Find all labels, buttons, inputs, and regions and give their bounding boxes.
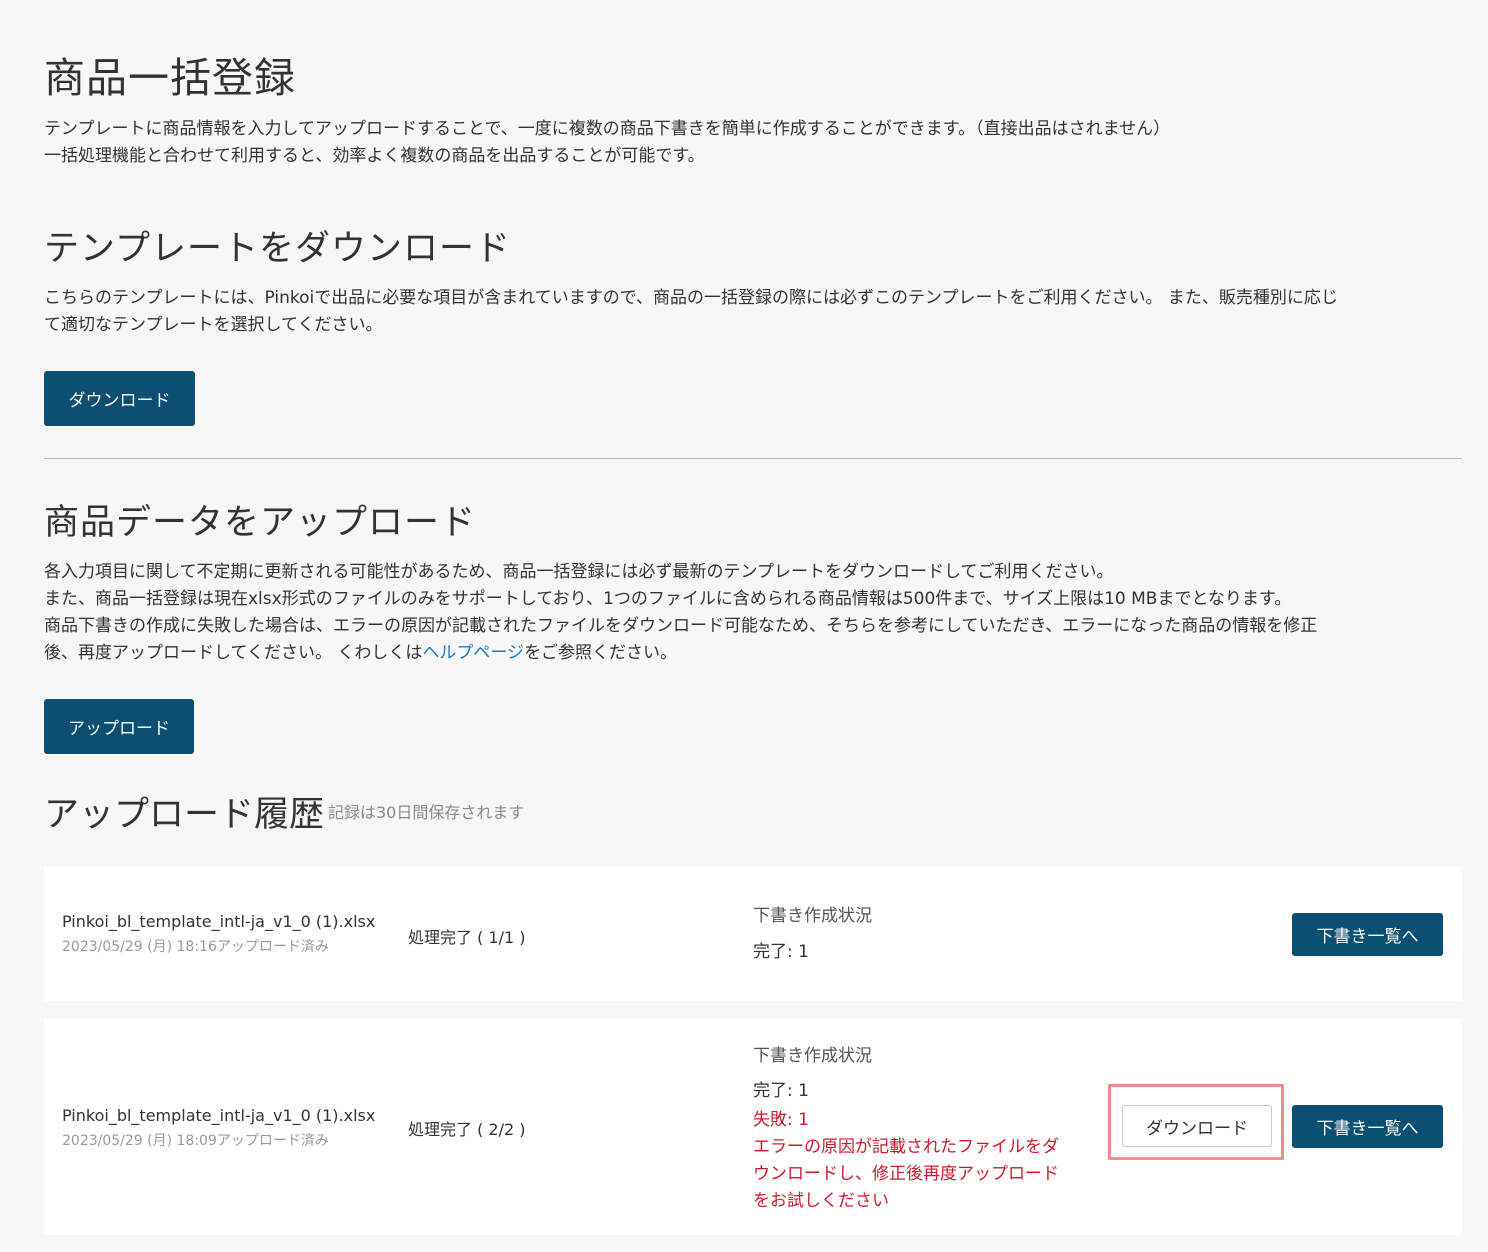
upload-desc-line-4-post: をご参照ください。 bbox=[524, 643, 678, 663]
file-name: Pinkoi_bl_template_intl-ja_v1_0 (1).xlsx bbox=[62, 912, 376, 931]
draft-complete-count: 完了: 1 bbox=[753, 942, 809, 962]
draft-failure-info: 失敗: 1 エラーの原因が記載されたファイルをダ ウンロードし、修正後再度アップ… bbox=[753, 1107, 1093, 1215]
upload-button[interactable]: アップロード bbox=[44, 699, 194, 754]
drafts-list-button[interactable]: 下書き一覧へ bbox=[1292, 1105, 1443, 1148]
upload-section-heading: 商品データをアップロード bbox=[44, 503, 477, 543]
upload-timestamp: 2023/05/29 (月) 18:09アップロード済み bbox=[62, 1133, 329, 1149]
history-row: Pinkoi_bl_template_intl-ja_v1_0 (1).xlsx… bbox=[44, 1019, 1462, 1235]
template-desc-line-2: て適切なテンプレートを選択してください。 bbox=[44, 315, 383, 335]
history-retention-note: 記録は30日間保存されます bbox=[328, 803, 525, 822]
intro-line-1: テンプレートに商品情報を入力してアップロードすることで、一度に複数の商品下書きを… bbox=[44, 119, 1171, 139]
page-title: 商品一括登録 bbox=[44, 54, 296, 102]
template-download-button[interactable]: ダウンロード bbox=[44, 371, 195, 426]
process-status: 処理完了 ( 2/2 ) bbox=[408, 1120, 526, 1139]
help-page-link[interactable]: ヘルプページ bbox=[422, 643, 524, 663]
history-heading: アップロード履歴 bbox=[44, 795, 325, 835]
intro-line-2: 一括処理機能と合わせて利用すると、効率よく複数の商品を出品することが可能です。 bbox=[44, 146, 705, 166]
draft-failed-count: 失敗: 1 bbox=[753, 1110, 809, 1130]
upload-desc-line-3: 商品下書きの作成に失敗した場合は、エラーの原因が記載されたファイルをダウンロード… bbox=[44, 616, 1318, 636]
upload-timestamp: 2023/05/29 (月) 18:16アップロード済み bbox=[62, 939, 329, 955]
upload-desc-line-2: また、商品一括登録は現在xlsx形式のファイルのみをサポートしており、1つのファ… bbox=[44, 589, 1292, 609]
template-desc-line-1: こちらのテンプレートには、Pinkoiで出品に必要な項目が含まれていますので、商… bbox=[44, 288, 1338, 308]
draft-complete-count: 完了: 1 bbox=[753, 1081, 809, 1101]
upload-desc-line-4: 後、再度アップロードしてください。 くわしくはヘルプページをご参照ください。 bbox=[44, 639, 677, 667]
drafts-list-button[interactable]: 下書き一覧へ bbox=[1292, 913, 1443, 956]
template-section-heading: テンプレートをダウンロード bbox=[44, 229, 511, 269]
error-file-download-button[interactable]: ダウンロード bbox=[1122, 1105, 1272, 1147]
upload-desc-line-1: 各入力項目に関して不定期に更新される可能性があるため、商品一括登録には必ず最新の… bbox=[44, 562, 1114, 582]
section-divider bbox=[44, 458, 1462, 459]
draft-status-label: 下書き作成状況 bbox=[753, 1046, 872, 1066]
history-row: Pinkoi_bl_template_intl-ja_v1_0 (1).xlsx… bbox=[44, 867, 1462, 1001]
error-message-line-2: ウンロードし、修正後再度アップロード bbox=[753, 1164, 1059, 1184]
file-name: Pinkoi_bl_template_intl-ja_v1_0 (1).xlsx bbox=[62, 1106, 376, 1125]
error-message-line-1: エラーの原因が記載されたファイルをダ bbox=[753, 1137, 1059, 1157]
upload-desc-line-4-pre: 後、再度アップロードしてください。 くわしくは bbox=[44, 643, 423, 663]
draft-status-label: 下書き作成状況 bbox=[753, 906, 872, 926]
process-status: 処理完了 ( 1/1 ) bbox=[408, 928, 526, 947]
error-message-line-3: をお試しください bbox=[753, 1191, 889, 1211]
